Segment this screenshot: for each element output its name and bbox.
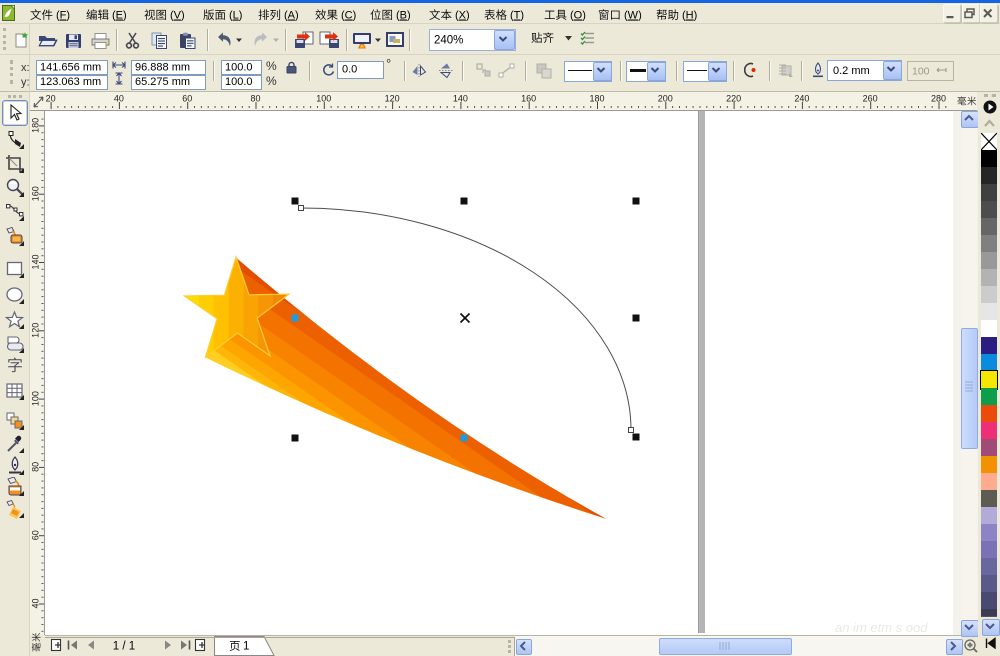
svg-text:(L): (L) bbox=[229, 10, 242, 22]
svg-text:1 / 1: 1 / 1 bbox=[113, 641, 135, 653]
svg-text:%: % bbox=[266, 74, 277, 88]
svg-text:(H): (H) bbox=[682, 10, 697, 22]
svg-text:(O): (O) bbox=[570, 10, 586, 22]
svg-text:°: ° bbox=[386, 56, 391, 71]
svg-text:(E): (E) bbox=[112, 10, 127, 22]
svg-text:(T): (T) bbox=[510, 10, 524, 22]
svg-text:%: % bbox=[266, 59, 277, 73]
svg-text:(W): (W) bbox=[624, 10, 642, 22]
svg-text:(A): (A) bbox=[284, 10, 299, 22]
svg-text:(V): (V) bbox=[170, 10, 185, 22]
svg-text:(F): (F) bbox=[56, 10, 70, 22]
svg-text:(X): (X) bbox=[455, 10, 470, 22]
svg-text:(C): (C) bbox=[341, 10, 356, 22]
svg-text:(B): (B) bbox=[396, 10, 411, 22]
